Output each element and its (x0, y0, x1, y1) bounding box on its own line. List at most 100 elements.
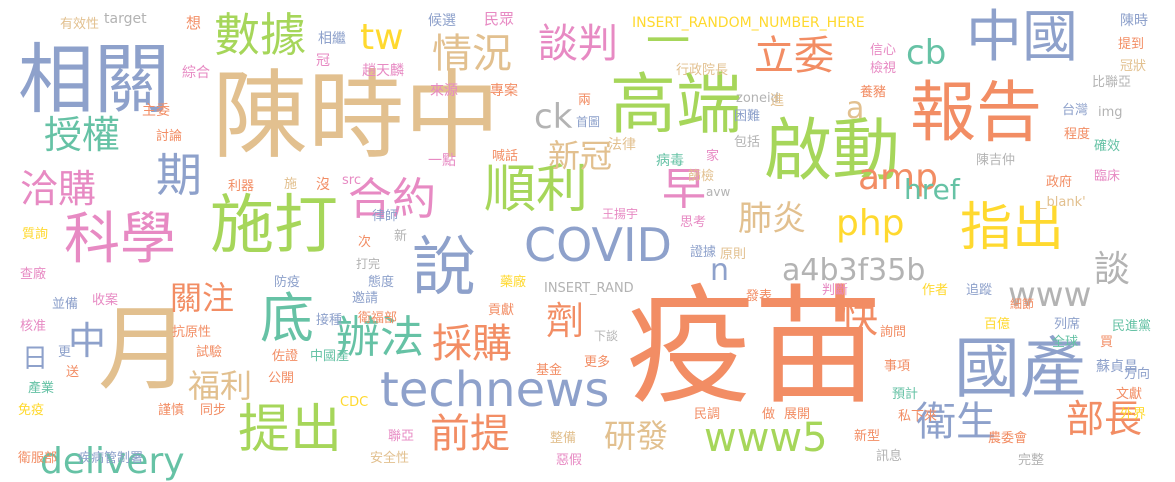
cloud-word: 來源 (430, 83, 458, 99)
cloud-word: 衛服部 (18, 451, 58, 466)
cloud-word: 整備 (550, 431, 577, 446)
cloud-word: 蘇貞昌 (1096, 359, 1138, 375)
cloud-word: target (104, 11, 147, 27)
cloud-word: 月 (98, 296, 191, 403)
cloud-word: 快 (840, 297, 879, 341)
cloud-word: 送 (66, 365, 80, 380)
cloud-word: 邀請 (352, 291, 379, 306)
cloud-word: 提出 (238, 400, 343, 460)
cloud-word: 謹慎 (158, 403, 185, 418)
cloud-word: 困難 (734, 109, 761, 124)
cloud-word: 試驗 (196, 345, 223, 360)
cloud-word: 篩檢 (688, 169, 715, 184)
cloud-word: 詢問 (880, 325, 907, 340)
cloud-word: 進 (770, 93, 784, 109)
cloud-word: 數據 (214, 8, 306, 62)
cloud-word: 發表 (746, 289, 773, 304)
cloud-word: 免疫 (18, 403, 45, 418)
cloud-word: 利器 (228, 179, 255, 194)
cloud-word: 家 (706, 149, 720, 164)
cloud-word: 洽購 (20, 167, 97, 211)
cloud-word: 完整 (1018, 453, 1045, 468)
cloud-word: 相繼 (318, 31, 346, 47)
cloud-word: 更 (58, 345, 72, 360)
cloud-word: 事項 (884, 359, 911, 374)
cloud-word: 立委 (754, 33, 834, 79)
cloud-word: 證據 (690, 245, 717, 260)
cloud-word: 判斷 (822, 283, 849, 298)
word-cloud: 疫苗 陳時中 相關 啟動 高端 報告 中國 國產 施打 說 月 科學 指出 提出… (0, 0, 1175, 482)
cloud-word: 查廠 (20, 267, 47, 282)
cloud-word: tw (360, 17, 404, 58)
cloud-word: 預計 (892, 387, 919, 402)
cloud-word: img (1098, 105, 1123, 120)
cloud-word: 展開 (784, 407, 811, 422)
cloud-word: 中國 (966, 5, 1078, 70)
cloud-word: 新 (394, 229, 408, 244)
cloud-word: 採購 (432, 321, 512, 367)
cloud-word: 首圖 (576, 115, 601, 129)
cloud-word: 檢視 (870, 61, 897, 76)
cloud-word: 態度 (368, 275, 395, 290)
cloud-word: 施打 (210, 189, 338, 263)
cloud-word: 公開 (268, 371, 295, 386)
cloud-word: 喊話 (492, 149, 519, 164)
cloud-word: 研發 (604, 417, 669, 455)
cloud-word: avw (706, 185, 731, 199)
cloud-word: 思考 (680, 215, 707, 230)
cloud-word: a4b3f35b (782, 253, 926, 288)
cloud-word: 新型 (854, 429, 881, 444)
cloud-word: 惡假 (556, 453, 583, 468)
cloud-word: 談判 (538, 21, 618, 67)
cloud-word: 授權 (44, 113, 121, 157)
cloud-word: 聯亞 (388, 429, 415, 444)
cloud-word: href (904, 173, 960, 206)
cloud-word: 臨床 (1094, 169, 1121, 184)
cloud-word: 底 (260, 287, 314, 350)
cloud-word: www5 (704, 415, 828, 461)
cloud-word: 收案 (92, 293, 119, 308)
cloud-word: 文獻 (1116, 387, 1143, 402)
cloud-word: 情況 (432, 31, 512, 77)
cloud-word: 包括 (734, 135, 761, 150)
cloud-word: COVID (524, 218, 672, 272)
cloud-word: 律師 (372, 209, 399, 224)
cloud-word: 外界 (1120, 407, 1147, 422)
cloud-word: 前提 (430, 411, 510, 457)
cloud-word: 討論 (156, 129, 183, 144)
cloud-word: 有效性 (60, 17, 100, 32)
cloud-word: 關注 (170, 279, 235, 317)
cloud-word: 產業 (28, 381, 55, 396)
cloud-word: 陳時 (1120, 13, 1148, 29)
cloud-word: 下談 (594, 329, 619, 343)
cloud-word: 確效 (1094, 139, 1121, 154)
cloud-word: technews (380, 362, 610, 418)
cloud-word: 更多 (584, 355, 611, 370)
cloud-word: 說 (412, 231, 476, 305)
cloud-word: 高端 (610, 66, 742, 143)
cloud-word: 貢獻 (488, 303, 515, 318)
cloud-word: CDC (340, 395, 369, 410)
cloud-word: 日 (22, 344, 49, 374)
cloud-word: 疾病管制署 (78, 451, 144, 466)
cloud-word: 抗原性 (172, 325, 212, 340)
cloud-word: 百億 (984, 317, 1011, 332)
cloud-word: 肺炎 (738, 199, 806, 239)
cloud-word: 並備 (52, 297, 79, 312)
cloud-word: 談 (1094, 249, 1131, 290)
cloud-word: 全球 (1052, 335, 1079, 350)
cloud-word: 主委 (142, 103, 170, 119)
cloud-word: 程度 (1064, 127, 1091, 142)
cloud-word: cb (906, 33, 947, 73)
cloud-word: 安全性 (370, 451, 410, 466)
cloud-word: 核准 (20, 319, 47, 334)
cloud-word: 做 (762, 407, 776, 422)
cloud-word: 買 (1100, 335, 1114, 350)
cloud-word: 比聯亞 (1092, 75, 1132, 90)
cloud-word: 私下來 (898, 409, 938, 424)
cloud-word: INSERT_RAND (544, 281, 634, 296)
cloud-word: 陳吉仲 (976, 153, 1016, 168)
cloud-word: 作者 (922, 283, 949, 298)
cloud-word: 藥廠 (500, 275, 527, 290)
cloud-word: 政府 (1046, 175, 1073, 190)
